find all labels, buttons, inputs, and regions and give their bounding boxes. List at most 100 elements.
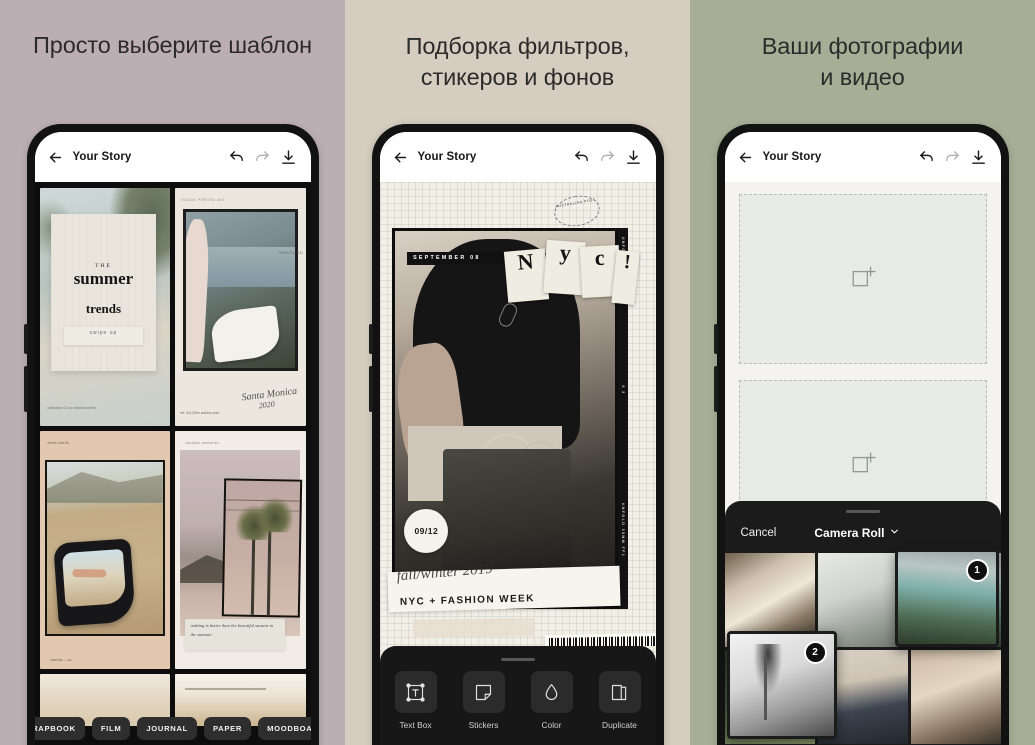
template-micro-top: vacation memories [185,440,219,445]
chip-journal[interactable]: JOURNAL [137,717,197,740]
category-chip-row[interactable]: SCRAPBOOK FILM JOURNAL PAPER MOODBOARD [34,717,311,740]
decor-trunk [763,656,767,720]
template-note: nothing is better than the beautiful sun… [185,619,285,650]
template-photo [224,479,301,616]
collage-date-text: SEPTEMBER 08 [413,255,481,262]
template-swipe-label: swipe up [63,327,144,345]
download-icon[interactable] [625,149,642,166]
text-box-icon[interactable] [394,671,437,713]
screenshot-gallery: Просто выберите шаблон Your Story THE su… [0,0,1035,745]
decor-tape-strip [412,617,535,638]
postmark-stamp-icon: AUSTRALIAN POST [552,192,603,230]
chevron-down-icon[interactable] [889,526,900,540]
template-micro-top: desert route 66 [47,440,69,445]
template-headline-2: trends [85,300,121,316]
back-arrow-icon[interactable] [392,149,409,166]
template-handwriting: Santa Monica 2020 [241,386,299,413]
collage-nyc-letters[interactable]: N y c ! [504,228,644,316]
panel-2-caption: Подборка фильтров, стикеров и фонов [345,31,690,93]
picker-header: Cancel Camera Roll [725,513,1001,553]
template-pre-text: THE [95,262,112,269]
template-tiny-top: KODAK PORTRA 400 [181,197,225,202]
tool-stickers[interactable]: Stickers [460,671,508,730]
template-tiny-bottom: ref. 0213 film archive print [180,411,220,416]
selection-badge-2[interactable]: 2 [803,641,827,664]
back-arrow-icon[interactable] [737,149,754,166]
editor-tool-dock[interactable]: Text Box Stickers Color Duplicate [379,646,656,745]
collage-canvas[interactable]: UNFOLD 35MM FF1 9 2 UNFOLD 35MM FF1 SEPT… [380,182,656,646]
decor-surfboard [209,305,283,363]
chip-paper[interactable]: PAPER [203,717,252,740]
template-card[interactable]: KODAK PORTRA 400 35 MM FUJI C41 Santa Mo… [175,188,306,426]
add-image-icon[interactable] [850,450,876,481]
template-gallery[interactable]: THE summer trends swipe up collection 01… [34,182,311,745]
camera-roll-picker[interactable]: Cancel Camera Roll 1 2 [724,501,1001,745]
album-selector[interactable]: Camera Roll [776,526,938,540]
tool-text-box[interactable]: Text Box [392,671,440,730]
template-photo-frame [222,477,303,618]
decor-palm [746,644,790,716]
back-arrow-icon[interactable] [47,149,64,166]
decor-line [185,687,267,690]
panel-2-caption-line2: стикеров и фонов [420,64,615,91]
template-photo-frame [44,459,165,636]
undo-icon[interactable] [228,149,245,166]
tool-label-duplicate: Duplicate [602,720,637,730]
photo-thumbnail[interactable] [910,650,1001,744]
decor-palm-fronds [256,496,295,533]
empty-media-slot-1[interactable] [738,194,987,364]
film-edge-text: UNFOLD 35MM FF1 [621,503,626,558]
story-title-2: Your Story [417,151,477,163]
tool-list: Text Box Stickers Color Duplicate [380,671,656,730]
promo-panel-templates: Просто выберите шаблон Your Story THE su… [0,0,345,745]
film-edge-frame: 9 2 [621,385,626,395]
letter-tile-n[interactable]: N [504,247,551,303]
redo-icon[interactable] [599,149,616,166]
template-card[interactable]: vacation memories nothing is better than… [175,431,306,669]
undo-icon[interactable] [918,149,935,166]
tool-color[interactable]: Color [528,671,576,730]
collage-barcode-sticker[interactable]: ID1901234567890128-UN-FOLD [544,632,656,646]
sticker-icon[interactable] [462,671,505,713]
droplet-icon[interactable] [530,671,573,713]
decor-board-left [185,218,212,363]
cancel-button[interactable]: Cancel [741,527,777,539]
add-image-icon[interactable] [850,264,876,295]
chip-film[interactable]: FILM [91,717,131,740]
phone-mockup-2: Your Story 9 2 UNFOLD 35MM FF1 SEPTEMBER… [368,124,664,745]
chip-moodboard[interactable]: MOODBOARD [258,717,311,740]
duplicate-icon[interactable] [598,671,641,713]
panel-2-caption-line1: Подборка фильтров, [405,33,630,59]
template-card[interactable]: desert route 66 road trip — ca [39,431,170,669]
selection-badge-1[interactable]: 1 [965,559,989,582]
collage-footer-text: NYC + FASHION WEEK [399,593,535,608]
redo-icon[interactable] [944,149,961,166]
selected-photo-1[interactable]: 1 [894,549,999,647]
template-grid: THE summer trends swipe up collection 01… [39,188,306,726]
download-icon[interactable] [280,149,297,166]
app-topbar-2: Your Story [379,132,656,182]
download-icon[interactable] [970,149,987,166]
promo-panel-media: Ваши фотографии и видео Your Story Cance… [690,0,1035,745]
template-micro-text: collection 01 ss editorial series [47,405,97,410]
tool-label-color: Color [541,720,562,730]
panel-1-caption: Просто выберите шаблон [33,32,312,58]
template-headline-1: summer [73,268,134,288]
template-note-text: nothing is better than the beautiful sun… [190,623,274,637]
letter-tile-exclaim[interactable]: ! [611,250,641,306]
app-topbar-1: Your Story [34,132,311,182]
phone-screen-1: Your Story THE summer trends swipe up co… [34,132,311,745]
template-micro-text: road trip — ca [49,657,72,662]
app-topbar-3: Your Story [724,132,1001,182]
undo-icon[interactable] [573,149,590,166]
dock-grabber[interactable] [500,658,535,661]
collage-caption-tape[interactable]: fall/winter 2019 NYC + FASHION WEEK [387,561,621,613]
template-swipe-text: swipe up [89,330,118,337]
selected-photo-2[interactable]: 2 [726,631,837,739]
template-card[interactable]: THE summer trends swipe up collection 01… [39,188,170,426]
tool-duplicate[interactable]: Duplicate [596,671,644,730]
redo-icon[interactable] [254,149,271,166]
collage-date-badge[interactable]: 09/12 [404,509,449,554]
tool-label-text-box: Text Box [399,720,432,730]
chip-scrapbook[interactable]: SCRAPBOOK [34,717,85,740]
